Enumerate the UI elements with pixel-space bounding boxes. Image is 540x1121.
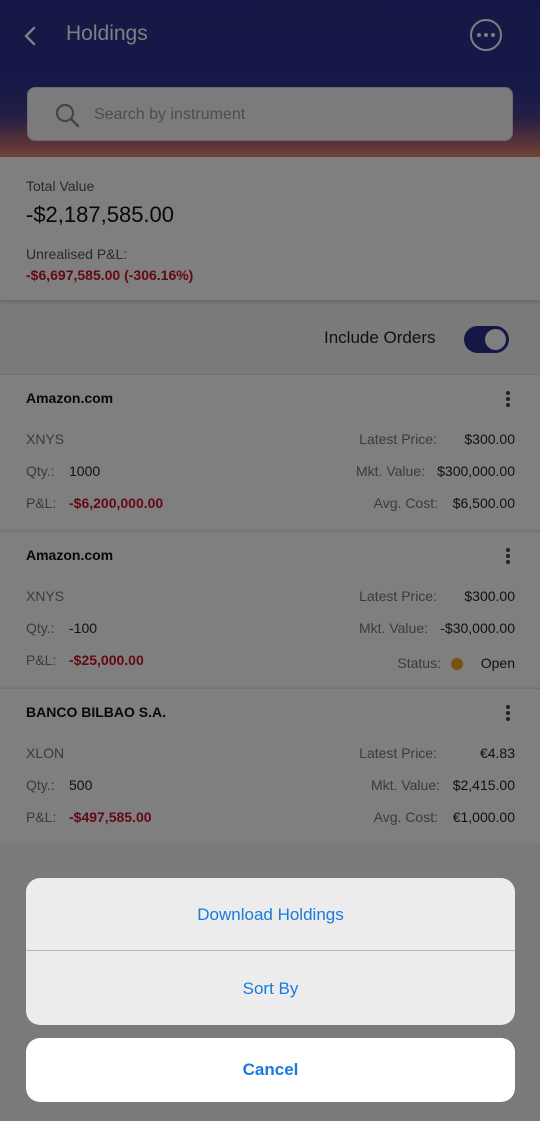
cancel-button[interactable]: Cancel xyxy=(26,1038,515,1102)
divider xyxy=(26,950,515,951)
sort-by-button[interactable]: Sort By xyxy=(26,952,515,1025)
download-holdings-button[interactable]: Download Holdings xyxy=(26,878,515,951)
action-sheet: Download Holdings Sort By xyxy=(26,878,515,1025)
